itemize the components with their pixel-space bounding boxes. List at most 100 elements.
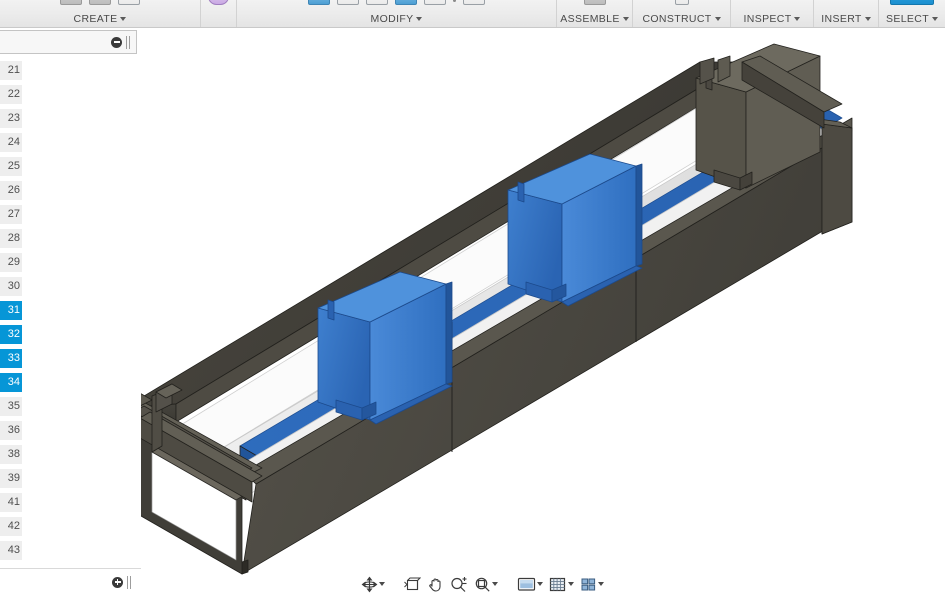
chevron-down-icon[interactable]	[622, 17, 629, 21]
ribbon-group-insert-label[interactable]: INSERT	[821, 13, 871, 27]
browser-list-item[interactable]: 32	[0, 322, 141, 346]
ribbon-spacer-label	[217, 13, 220, 27]
ribbon-group-create-extra-icons	[201, 0, 236, 5]
browser-item-number: 36	[0, 420, 22, 440]
fit-button[interactable]	[472, 574, 500, 594]
browser-list-item[interactable]: 34	[0, 370, 141, 394]
assemble-label-text: ASSEMBLE	[560, 13, 620, 25]
browser-item-list[interactable]: 21 22 23 24 25 26 27 28 29 30 31 32 33 34 35 36 38 39 41 42…	[0, 58, 141, 567]
ribbon-group-select-label[interactable]: SELECT	[886, 13, 938, 27]
press-pull-icon[interactable]	[308, 0, 330, 5]
more-modify-icon[interactable]	[453, 0, 456, 2]
ribbon-toolbar[interactable]: CREATE MODIFY ASSEMBLE CONSTRUCT INSPECT…	[0, 0, 945, 28]
viewport-layout-icon	[581, 578, 596, 590]
display-settings-button[interactable]	[515, 574, 545, 594]
browser-list-item[interactable]: 29	[0, 250, 141, 274]
grid-snaps-button[interactable]	[547, 574, 576, 594]
ribbon-group-inspect[interactable]: INSPECT	[730, 0, 813, 27]
offset-plane-icon[interactable]	[674, 0, 689, 5]
browser-list-item[interactable]: 42	[0, 514, 141, 538]
chevron-down-icon[interactable]	[492, 582, 498, 586]
ribbon-group-select[interactable]: SELECT	[878, 0, 945, 27]
browser-list-item[interactable]: 24	[0, 130, 141, 154]
surface-icon[interactable]	[208, 0, 229, 5]
browser-panel[interactable]: 21 22 23 24 25 26 27 28 29 30 31 32 33 34 35 36 38 39 41 42…	[0, 28, 141, 597]
browser-list-item[interactable]: 21	[0, 58, 141, 82]
browser-list-item[interactable]: 39	[0, 466, 141, 490]
ribbon-group-construct-icons	[633, 0, 730, 5]
ribbon-group-construct[interactable]: CONSTRUCT	[632, 0, 730, 27]
chevron-down-icon[interactable]	[537, 582, 543, 586]
new-component-icon[interactable]	[583, 0, 606, 5]
ribbon-group-construct-label[interactable]: CONSTRUCT	[642, 13, 721, 27]
browser-list-item[interactable]: 33	[0, 346, 141, 370]
chevron-down-icon[interactable]	[598, 582, 604, 586]
browser-list-item[interactable]: 30	[0, 274, 141, 298]
browser-panel-footer[interactable]	[0, 571, 137, 593]
browser-item-number: 31	[0, 300, 22, 320]
fillet-icon[interactable]	[337, 0, 359, 5]
browser-item-number: 21	[0, 60, 22, 80]
browser-item-number: 42	[0, 516, 22, 536]
panel-resize-grip[interactable]	[126, 35, 132, 49]
cad-model-canvas[interactable]	[141, 28, 945, 597]
chevron-down-icon[interactable]	[714, 17, 721, 21]
browser-list-item[interactable]: 28	[0, 226, 141, 250]
browser-panel-header[interactable]	[0, 30, 137, 54]
select-tool-icon[interactable]	[890, 0, 934, 5]
revolve-icon[interactable]	[118, 0, 140, 5]
view-navigation-bar[interactable]	[355, 573, 610, 595]
look-at-button[interactable]	[402, 574, 423, 594]
browser-item-number: 24	[0, 132, 22, 152]
combine-icon[interactable]	[463, 0, 485, 5]
ribbon-group-modify-icons	[237, 0, 556, 5]
ribbon-group-modify-label[interactable]: MODIFY	[371, 13, 423, 27]
browser-item-number: 35	[0, 396, 22, 416]
chamfer-icon[interactable]	[366, 0, 388, 5]
chevron-down-icon[interactable]	[416, 17, 423, 21]
browser-list-item[interactable]: 25	[0, 154, 141, 178]
3d-viewport[interactable]	[141, 28, 945, 597]
chevron-down-icon[interactable]	[794, 17, 801, 21]
browser-list-item[interactable]: 41	[0, 490, 141, 514]
expand-circle-icon[interactable]	[112, 576, 123, 588]
chevron-down-icon[interactable]	[568, 582, 574, 586]
pan-button[interactable]	[425, 574, 446, 594]
browser-list-item[interactable]: 35	[0, 394, 141, 418]
shell-icon[interactable]	[395, 0, 417, 5]
ribbon-group-create-extra[interactable]	[200, 0, 236, 27]
browser-list-item[interactable]: 38	[0, 442, 141, 466]
extrude-icon[interactable]	[89, 0, 111, 5]
ribbon-group-modify[interactable]: MODIFY	[236, 0, 556, 27]
ribbon-group-inspect-label[interactable]: INSPECT	[744, 13, 801, 27]
orbit-button[interactable]	[359, 574, 387, 594]
panel-resize-grip-bottom[interactable]	[127, 575, 133, 589]
viewport-layout-button[interactable]	[578, 574, 606, 594]
chevron-down-icon[interactable]	[864, 17, 871, 21]
browser-list-item[interactable]: 22	[0, 82, 141, 106]
browser-list-item[interactable]: 26	[0, 178, 141, 202]
ribbon-group-create-label[interactable]: CREATE	[74, 13, 127, 27]
new-sketch-icon[interactable]	[60, 0, 82, 5]
ribbon-group-create-icons	[0, 0, 200, 5]
chevron-down-icon[interactable]	[120, 17, 127, 21]
zoom-button[interactable]	[448, 574, 470, 594]
browser-item-number: 23	[0, 108, 22, 128]
draft-icon[interactable]	[424, 0, 446, 5]
create-label-text: CREATE	[73, 13, 118, 25]
browser-list-item[interactable]: 27	[0, 202, 141, 226]
ribbon-group-inspect-icons	[731, 0, 813, 5]
browser-list-item[interactable]: 23	[0, 106, 141, 130]
modify-label-text: MODIFY	[370, 13, 414, 25]
ribbon-group-assemble-label[interactable]: ASSEMBLE	[560, 13, 629, 27]
chevron-down-icon[interactable]	[379, 582, 385, 586]
ribbon-group-insert[interactable]: INSERT	[813, 0, 878, 27]
ribbon-group-create[interactable]: CREATE	[0, 0, 200, 27]
browser-list-item[interactable]: 43	[0, 538, 141, 562]
browser-list-item[interactable]: 36	[0, 418, 141, 442]
chevron-down-icon[interactable]	[931, 17, 938, 21]
ribbon-group-assemble[interactable]: ASSEMBLE	[556, 0, 632, 27]
browser-item-number: 29	[0, 252, 22, 272]
browser-list-item[interactable]: 31	[0, 298, 141, 322]
collapse-circle-icon[interactable]	[111, 36, 122, 48]
